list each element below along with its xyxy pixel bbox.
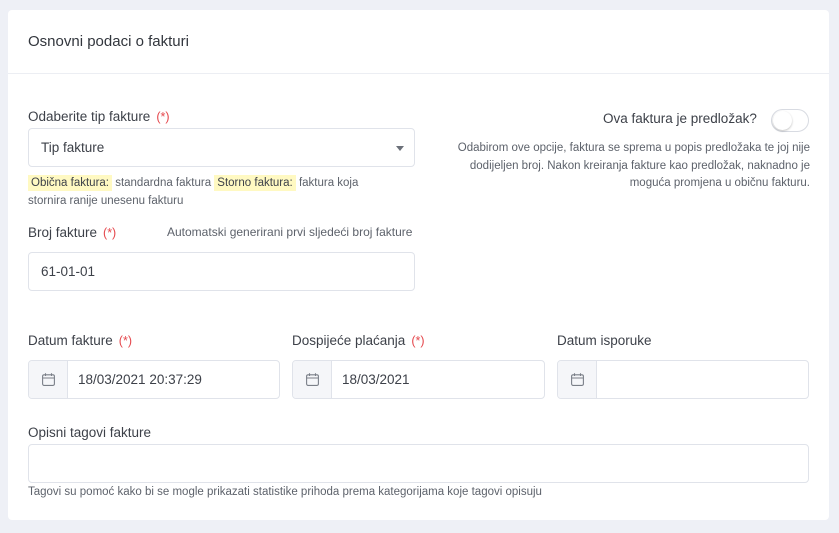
invoice-type-hint: Obična faktura: standardna faktura Storn…	[28, 175, 358, 191]
card-title: Osnovni podaci o fakturi	[28, 33, 189, 50]
invoice-type-value: Tip fakture	[41, 140, 105, 155]
tags-input[interactable]	[28, 444, 809, 483]
required-mark: (*)	[156, 110, 170, 124]
due-date-label: Dospijeće plaćanja (*)	[292, 333, 425, 348]
invoice-type-select[interactable]: Tip fakture	[28, 128, 415, 167]
required-mark: (*)	[118, 334, 132, 348]
required-mark: (*)	[411, 334, 425, 348]
calendar-icon	[42, 373, 55, 386]
regular-invoice-tag: Obična faktura:	[28, 175, 112, 191]
calendar-icon	[571, 373, 584, 386]
template-description: Odabirom ove opcije, faktura se sprema u…	[457, 142, 810, 189]
delivery-date-label: Datum isporuke	[557, 333, 652, 348]
delivery-date-input[interactable]	[557, 360, 809, 399]
invoice-number-value: 61-01-01	[41, 264, 96, 279]
invoice-basic-data-card: Osnovni podaci o fakturi Odaberite tip f…	[8, 10, 829, 520]
required-mark: (*)	[103, 226, 117, 240]
invoice-type-label: Odaberite tip fakture (*)	[28, 109, 170, 124]
card-header: Osnovni podaci o fakturi	[8, 10, 829, 74]
invoice-number-label: Broj fakture (*)	[28, 225, 117, 240]
invoice-number-input[interactable]: 61-01-01	[28, 252, 415, 291]
invoice-date-label: Datum fakture (*)	[28, 333, 132, 348]
storno-invoice-tag: Storno faktura:	[214, 175, 296, 191]
invoice-date-input[interactable]: 18/03/2021 20:37:29	[28, 360, 280, 399]
due-date-value: 18/03/2021	[342, 372, 410, 387]
toggle-knob	[773, 111, 792, 130]
tags-hint: Tagovi su pomoć kako bi se mogle prikaza…	[28, 486, 542, 498]
calendar-icon	[306, 373, 319, 386]
invoice-type-hint-line2: stornira ranije unesenu fakturu	[28, 195, 184, 207]
caret-down-icon	[396, 146, 404, 151]
calendar-addon[interactable]	[293, 361, 332, 398]
template-toggle-label: Ova faktura je predložak?	[603, 111, 757, 126]
invoice-date-value: 18/03/2021 20:37:29	[78, 372, 202, 387]
template-toggle[interactable]	[771, 109, 809, 132]
due-date-input[interactable]: 18/03/2021	[292, 360, 545, 399]
tags-label: Opisni tagovi fakture	[28, 425, 152, 440]
calendar-addon[interactable]	[29, 361, 68, 398]
calendar-addon[interactable]	[558, 361, 597, 398]
auto-number-hint: Automatski generirani prvi sljedeći broj…	[167, 225, 413, 239]
